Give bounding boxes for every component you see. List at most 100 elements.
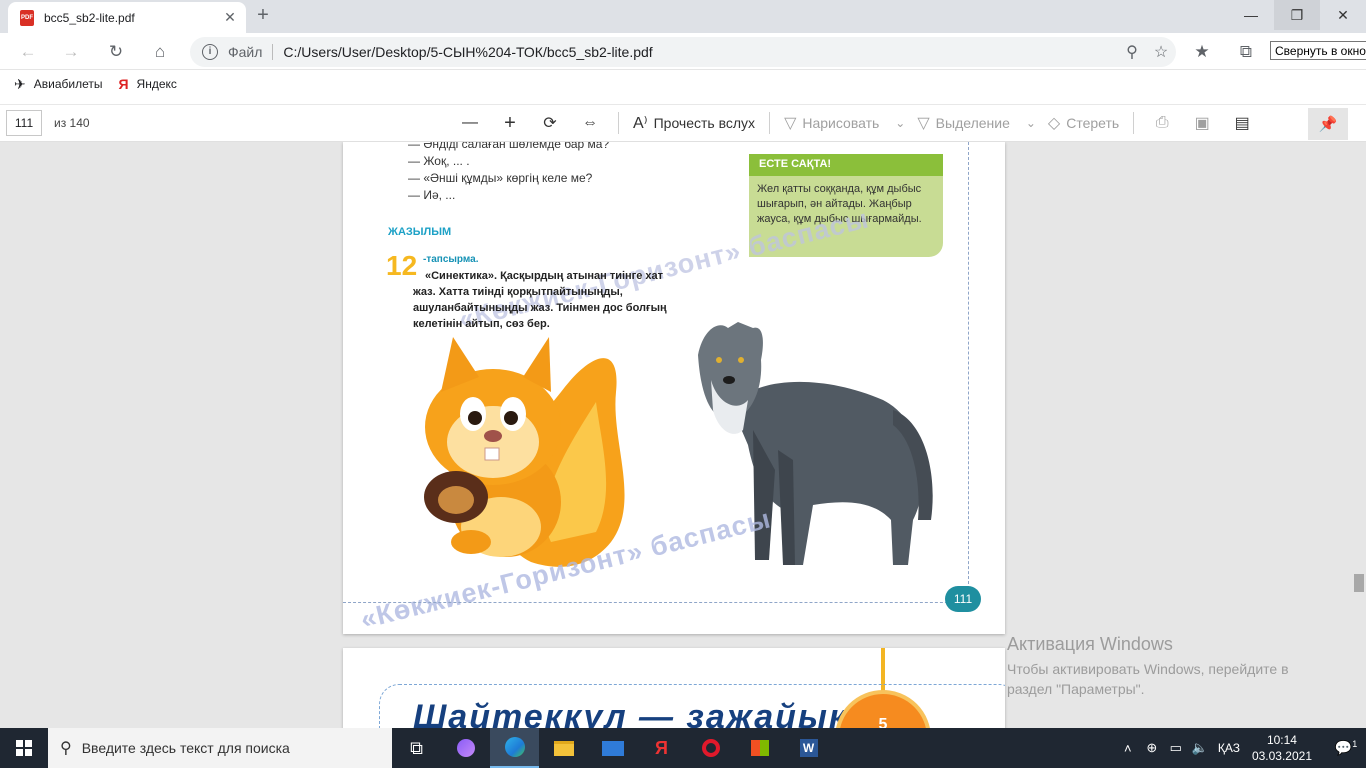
close-window-button[interactable]: ✕ [1320,0,1366,30]
taskbar: ⚲ Введите здесь текст для поиска ⧉ Я W ˄… [0,728,1366,768]
dialog-line: — Әндіді салаған шөлемде бар ма? [408,142,610,151]
tab-strip: PDF bcc5_sb2-lite.pdf ✕ + — ❐ ✕ [0,0,1366,33]
mail-icon[interactable] [588,728,637,768]
bookmarks-bar: ✈ Авиабилеты Я Яндекс [0,70,1366,98]
url-text[interactable]: C:/Users/User/Desktop/5-СЫН%204-ТОК/bcc5… [283,44,1118,60]
notifications-icon[interactable]: 💬1 [1326,739,1366,757]
search-placeholder: Введите здесь текст для поиска [81,740,290,756]
highlight-label: Выделение [935,115,1010,131]
info-icon[interactable]: i [202,44,218,60]
back-button[interactable]: ← [14,38,42,66]
task-text: «Синектика». Қасқырдың атынан тиінге хат… [413,270,667,330]
edge-icon[interactable] [490,728,539,768]
highlight-icon: ▽ [917,115,930,132]
pdf-page-111: — Әндіді салаған шөлемде бар ма? — Жоқ, … [343,142,1005,634]
battery-icon[interactable]: ▭ [1164,740,1188,756]
restore-tooltip: Свернуть в окно [1270,41,1366,60]
clock[interactable]: 10:14 03.03.2021 [1252,732,1312,764]
erase-button[interactable]: ◇ Стереть [1042,107,1125,139]
read-aloud-icon: A⁾ [633,115,648,132]
read-aloud-label: Прочесть вслух [653,115,756,131]
notification-count: 1 [1352,739,1358,750]
refresh-button[interactable]: ↻ [102,38,130,66]
next-page-title: Шайтеккул — зажайық [413,698,849,728]
clock-date: 03.03.2021 [1251,749,1312,763]
page-total: из 140 [54,116,90,130]
windows-activation-watermark: Активация Windows Чтобы активировать Win… [1007,634,1337,699]
store-icon[interactable] [735,728,784,768]
dialog-line: — Иә, ... [408,188,456,202]
read-aloud-button[interactable]: A⁾ Прочесть вслух [627,107,761,139]
bookmark-yandex[interactable]: Я Яндекс [118,76,176,92]
search-icon: ⚲ [60,740,72,757]
word-icon[interactable]: W [784,728,833,768]
volume-icon[interactable]: 🔈 [1188,740,1212,756]
activation-text: Чтобы активировать Windows, перейдите в … [1007,661,1289,697]
section-heading: ЖАЗЫЛЫМ [388,226,452,238]
toolbar-divider [1133,112,1135,134]
favorite-star-icon[interactable]: ☆ [1146,42,1176,62]
fit-page-icon[interactable]: ⇔ [570,107,610,139]
print-icon[interactable]: ⎙ [1142,107,1182,139]
highlight-button[interactable]: ▽ Выделение ⌄ [911,107,1042,139]
pin-toolbar-icon[interactable]: 📌 [1308,108,1348,140]
squirrel-illustration [424,337,625,567]
zoom-out-icon[interactable]: — [450,107,490,139]
dialog-line: — Жоқ, ... . [408,154,470,168]
activation-title: Активация Windows [1007,634,1173,654]
task-label: -тапсырма. [423,254,479,265]
airplane-icon: ✈ [14,75,26,92]
tab-pdf[interactable]: PDF bcc5_sb2-lite.pdf ✕ [8,2,246,33]
new-tab-button[interactable]: + [252,4,274,26]
zoom-in-icon[interactable]: + [490,107,530,139]
yandex-icon: Я [118,76,129,92]
address-bar[interactable]: i Файл C:/Users/User/Desktop/5-СЫН%204-Т… [190,37,1176,67]
yandex-browser-icon[interactable]: Я [637,728,686,768]
bookmark-label: Авиабилеты [33,77,103,91]
favorites-icon[interactable]: ★ [1188,38,1216,66]
pdf-page-112: Шайтеккул — зажайық 5 [343,648,1005,728]
forward-button[interactable]: → [57,38,85,66]
collections-icon[interactable]: ⧉ [1232,38,1260,66]
dialog-text: — Әндіді салаған шөлемде бар ма? — Жоқ, … [408,142,609,204]
windows-logo-icon [16,740,32,756]
tab-title: bcc5_sb2-lite.pdf [44,10,135,25]
toolbar-divider [769,112,771,134]
network-icon[interactable]: ⊕ [1140,740,1164,756]
eraser-icon: ◇ [1047,115,1061,132]
omnibox-divider [272,44,274,60]
start-button[interactable] [0,728,48,768]
toolbar-divider [618,112,619,134]
page-number-input[interactable]: 111 [6,110,42,136]
close-tab-icon[interactable]: ✕ [222,9,238,26]
page-border [968,142,969,604]
page-border [343,602,973,603]
chevron-up-icon[interactable]: ˄ [1116,741,1140,756]
home-button[interactable]: ⌂ [146,38,174,66]
save-icon[interactable]: ▣ [1182,107,1222,139]
scheme-label: Файл [228,44,263,60]
draw-button[interactable]: ▽ Нарисовать ⌄ [778,107,911,139]
alice-icon[interactable] [441,728,490,768]
restore-button[interactable]: ❐ [1274,0,1320,30]
pdf-file-icon: PDF [20,9,34,26]
draw-label: Нарисовать [802,115,880,131]
minimize-button[interactable]: — [1228,0,1274,30]
save-as-icon[interactable]: ▤ [1222,107,1262,139]
erase-label: Стереть [1066,115,1120,131]
bookmark-aviabilety[interactable]: ✈ Авиабилеты [14,76,102,93]
dialog-line: — «Әнші құмды» көргің келе ме? [408,171,593,185]
opera-icon[interactable] [686,728,735,768]
chevron-down-icon[interactable]: ⌄ [895,116,905,130]
language-indicator[interactable]: ҚАЗ [1218,741,1240,755]
scrollbar-thumb[interactable] [1354,574,1364,592]
task-view-icon[interactable]: ⧉ [392,728,441,768]
page-number-badge: 111 [945,586,981,612]
pdf-toolbar: 111 из 140 — + ⟳ ⇔ A⁾ Прочесть вслух ▽ Н… [0,104,1366,142]
remember-title: ЕСТЕ САҚТА! [749,154,943,176]
taskbar-search[interactable]: ⚲ Введите здесь текст для поиска [48,728,392,768]
chevron-down-icon[interactable]: ⌄ [1026,116,1036,130]
file-explorer-icon[interactable] [539,728,588,768]
zoom-icon[interactable]: ⚲ [1118,42,1146,62]
rotate-icon[interactable]: ⟳ [530,107,570,139]
